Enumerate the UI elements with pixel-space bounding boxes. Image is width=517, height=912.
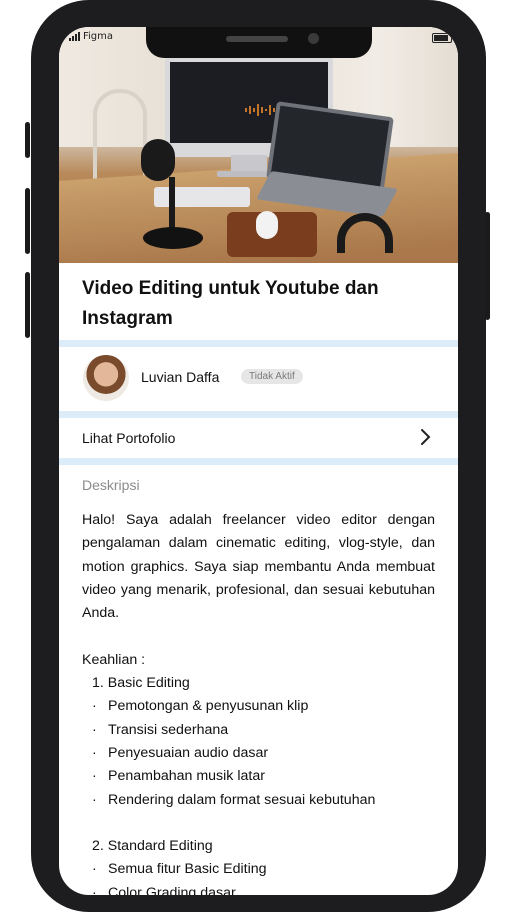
app-screen: Figma Video Editing untuk Youtube dan In…	[59, 27, 458, 895]
package-title: 2. Standard Editing	[92, 838, 213, 855]
front-camera	[308, 33, 319, 44]
status-bar-left: Figma	[69, 31, 113, 42]
separator	[59, 411, 458, 418]
skills-heading: Keahlian :	[82, 651, 146, 668]
microphone-illustration	[141, 139, 175, 181]
profile-row[interactable]: Luvian Daffa Tidak Aktif	[59, 347, 458, 412]
mute-switch	[25, 122, 30, 158]
list-item: · Transisi sederhana	[92, 721, 229, 738]
package-title: 1. Basic Editing	[92, 675, 190, 692]
description-label: Deskripsi	[82, 477, 140, 493]
status-badge: Tidak Aktif	[241, 369, 303, 384]
list-item: · Rendering dalam format sesuai kebutuhan	[92, 791, 376, 808]
volume-down-button	[25, 272, 30, 338]
volume-up-button	[25, 188, 30, 254]
description-intro: Halo! Saya adalah freelancer video edito…	[82, 512, 435, 622]
list-item: · Penyesuaian audio dasar	[92, 744, 269, 761]
signal-icon	[69, 32, 80, 41]
carrier-label: Figma	[83, 31, 114, 42]
view-portfolio-row[interactable]: Lihat Portofolio	[59, 419, 458, 459]
list-item: · Pemotongan & penyusunan klip	[92, 698, 309, 715]
battery-icon	[432, 33, 452, 43]
chair-illustration	[93, 89, 147, 185]
speaker-grille	[226, 36, 288, 42]
chevron-right-icon[interactable]	[415, 427, 435, 447]
mouse-illustration	[256, 211, 278, 239]
separator	[59, 458, 458, 465]
avatar[interactable]	[83, 355, 129, 401]
page-title: Video Editing untuk Youtube dan Instagra…	[82, 278, 379, 329]
freelancer-name[interactable]: Luvian Daffa	[141, 369, 219, 385]
list-item: · Color Grading dasar	[92, 884, 236, 895]
list-item: · Penambahan musik latar	[92, 768, 265, 785]
notch	[146, 27, 372, 58]
list-item: · Semua fitur Basic Editing	[92, 861, 267, 878]
hero-image	[59, 27, 458, 263]
description-body: Halo! Saya adalah freelancer video edito…	[82, 509, 435, 895]
separator	[59, 340, 458, 347]
view-portfolio-label[interactable]: Lihat Portofolio	[82, 430, 175, 446]
power-button	[485, 212, 490, 320]
